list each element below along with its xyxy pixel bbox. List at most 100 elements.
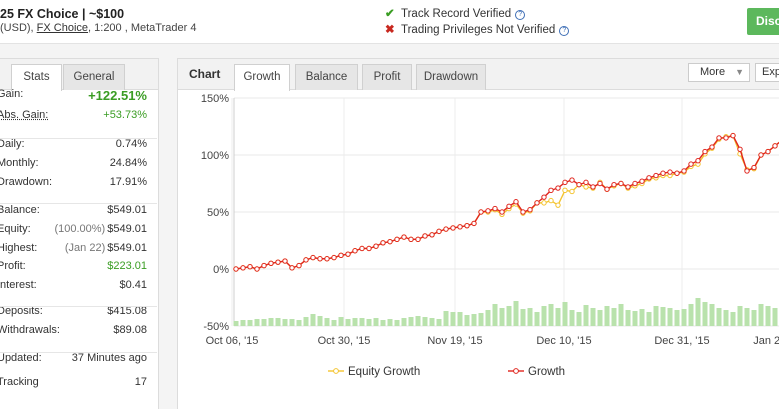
- stat-label: Gain:: [0, 88, 24, 100]
- growth-point: [737, 146, 743, 152]
- volume-bar: [268, 318, 274, 326]
- growth-point: [730, 132, 736, 139]
- more-label: More: [700, 66, 726, 78]
- stat-amount: $0.41: [119, 279, 147, 291]
- growth-point: [597, 180, 603, 187]
- growth-point: [611, 181, 617, 188]
- stat-label: Daily:: [0, 138, 25, 150]
- growth-point: [499, 209, 505, 215]
- growth-point: [667, 169, 673, 175]
- growth-point: [744, 168, 750, 174]
- tab-balance[interactable]: Balance: [295, 64, 358, 90]
- stat-row: Gain: +122.51%: [0, 88, 157, 106]
- help-icon[interactable]: ?: [515, 10, 526, 20]
- volume-bar: [436, 319, 442, 326]
- volume-bar: [576, 312, 582, 326]
- growth-point: [513, 199, 519, 205]
- export-button[interactable]: Export: [755, 63, 779, 82]
- volume-bar: [352, 318, 358, 326]
- growth-point: [492, 205, 498, 212]
- stat-row: Interest: $0.41: [0, 279, 157, 297]
- stat-label: Withdrawals:: [0, 324, 60, 336]
- growth-point: [345, 251, 351, 257]
- growth-point: [247, 264, 253, 270]
- stat-value: 0.74%: [116, 138, 147, 150]
- chart-panel: Chart Growth Balance Profit Drawdown Mor…: [177, 58, 779, 409]
- volume-bar: [513, 301, 519, 326]
- volume-bar: [457, 312, 463, 326]
- volume-bar: [772, 308, 778, 326]
- growth-point: [534, 200, 540, 206]
- stat-row: Daily: 0.74%: [0, 138, 157, 156]
- stat-value: $223.01: [107, 260, 147, 272]
- volume-bar: [527, 308, 533, 326]
- stat-label: Drawdown:: [0, 176, 53, 188]
- volume-bar: [373, 318, 379, 326]
- volume-bar: [478, 313, 484, 326]
- stat-amount: $549.01: [107, 242, 147, 254]
- stat-row: Highest: (Jan 22) $549.01: [0, 242, 157, 260]
- volume-bar: [233, 321, 239, 326]
- x-tick-label: Oct 06, '15: [206, 335, 259, 347]
- stat-row: Tracking 17: [0, 376, 157, 394]
- stat-amount: $549.01: [107, 223, 147, 235]
- broker-link[interactable]: FX Choice: [37, 22, 88, 34]
- discuss-button[interactable]: Discuss: [747, 8, 779, 35]
- more-dropdown[interactable]: More ▼: [688, 63, 750, 82]
- tab-general[interactable]: General: [63, 64, 125, 90]
- growth-point: [765, 148, 771, 155]
- volume-bar: [296, 320, 302, 326]
- account-currency: (USD),: [0, 22, 34, 34]
- growth-point: [317, 256, 323, 262]
- tab-growth[interactable]: Growth: [234, 64, 290, 91]
- growth-point: [429, 232, 435, 238]
- growth-point: [660, 170, 666, 176]
- growth-point: [303, 257, 309, 263]
- stat-row: Balance: $549.01: [0, 204, 157, 222]
- track-record-label: Track Record Verified: [401, 8, 512, 20]
- stat-value: 17: [135, 376, 147, 388]
- equity-growth-point: [555, 202, 561, 208]
- tab-drawdown[interactable]: Drawdown: [416, 64, 486, 90]
- trading-privileges-not-verified: ✖ Trading Privileges Not Verified?: [385, 22, 570, 36]
- growth-point: [618, 180, 624, 187]
- x-tick-label: Jan 22, '16: [753, 335, 779, 347]
- volume-bar: [695, 298, 701, 326]
- equity-growth-point: [569, 188, 575, 195]
- growth-point: [653, 172, 659, 179]
- stat-value: (Jan 22) $549.01: [65, 242, 147, 254]
- volume-bar: [674, 310, 680, 326]
- growth-point: [296, 262, 302, 269]
- growth-point: [443, 226, 449, 232]
- volume-bar: [345, 319, 351, 326]
- tab-stats[interactable]: Stats: [11, 64, 62, 91]
- account-subtitle: (USD), FX Choice, 1:200 , MetaTrader 4: [0, 22, 196, 34]
- volume-bar: [590, 308, 596, 326]
- growth-point: [282, 258, 288, 264]
- help-icon[interactable]: ?: [559, 26, 570, 36]
- volume-bar: [562, 302, 568, 326]
- growth-line: [235, 134, 779, 270]
- volume-bar: [387, 319, 393, 326]
- legend-marker: [333, 368, 339, 374]
- stat-value: +122.51%: [88, 88, 147, 103]
- volume-bar: [618, 304, 624, 326]
- volume-bar: [688, 304, 694, 326]
- track-record-verified: ✔ Track Record Verified?: [385, 6, 526, 20]
- growth-point: [268, 260, 274, 267]
- stat-row: Updated: 37 Minutes ago: [0, 352, 157, 370]
- volume-bar: [261, 319, 267, 326]
- volume-bar: [485, 310, 491, 326]
- volume-bar: [548, 304, 554, 326]
- volume-bar: [625, 310, 631, 326]
- growth-point: [275, 259, 281, 265]
- volume-bar: [331, 320, 337, 326]
- stat-amount: +122.51%: [88, 88, 147, 103]
- equity-growth-point: [583, 184, 589, 190]
- tab-profit[interactable]: Profit: [362, 64, 412, 90]
- volume-bar: [681, 309, 687, 326]
- volume-bar: [520, 309, 526, 326]
- trading-privileges-label: Trading Privileges Not Verified: [401, 24, 556, 36]
- stat-label: Highest:: [0, 242, 38, 254]
- equity-growth-point: [562, 187, 568, 194]
